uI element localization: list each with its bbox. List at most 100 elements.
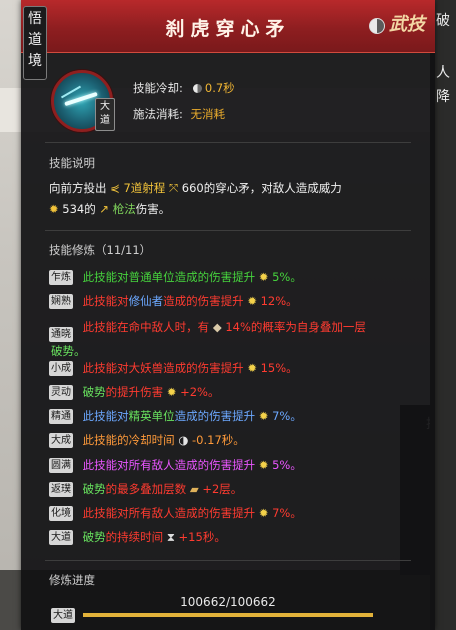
cultivation-row: 通晓 此技能在命中敌人时，有 ◆ 14%的概率为自身叠加一层 破势。 — [49, 318, 419, 358]
cultivation-tag: 返璞 — [49, 482, 73, 497]
cultivation-row: 娴熟 此技能对修仙者造成的伤害提升 ✹ 12%。 — [49, 292, 419, 310]
clock-icon — [192, 84, 202, 93]
cultivation-target: 精英单位 — [128, 409, 175, 423]
sun-icon: ✹ — [258, 458, 269, 472]
cultivation-keyword: 破势 — [82, 530, 106, 544]
cultivation-text: 此技能对大妖兽造成的伤害提升 — [82, 361, 244, 375]
cultivation-row: 精通 此技能对精英单位造成的伤害提升 ✹ 7%。 — [49, 407, 419, 425]
skill-type-badge: 武技 — [369, 12, 425, 44]
cultivation-tag: 娴熟 — [49, 294, 73, 309]
sun-icon: ✹ — [258, 506, 269, 520]
realm-char: 道 — [28, 32, 42, 48]
skill-type-label: 武技 — [389, 14, 425, 35]
divider — [45, 230, 411, 231]
cultivation-value: 12%。 — [260, 294, 298, 308]
cultivation-row: 化境 此技能对所有敌人造成的伤害提升 ✹ 7%。 — [49, 504, 419, 522]
cultivation-value: 15%。 — [260, 361, 298, 375]
yin-yang-icon — [369, 18, 385, 34]
progress-tag: 大道 — [51, 608, 75, 623]
cultivation-keyword: 破势 — [82, 385, 106, 399]
cultivation-row: 大道 破势的持续时间 ⧗ +15秒。 — [49, 528, 419, 546]
cultivation-continuation: 破势。 — [51, 344, 86, 358]
skill-grade-badge: 大 道 — [95, 98, 115, 131]
clock-icon: ◑ — [178, 433, 189, 447]
skill-tooltip: 刹虎穿心矛 武技 悟 道 境 大 道 技能冷却: 0.7秒 施法消耗: 无消耗 技… — [21, 0, 435, 630]
progress-bar — [83, 613, 373, 617]
cultivation-tag: 大道 — [49, 530, 73, 545]
cultivation-value: -0.17秒。 — [192, 433, 245, 447]
cultivation-tag: 乍炼 — [49, 270, 73, 285]
bg-char: 人 — [436, 65, 450, 81]
cooldown-label: 技能冷却: — [133, 81, 183, 95]
stack-icon: ▰ — [189, 482, 199, 496]
desc-text: 660的穿心矛，对敌人造成威力 — [181, 181, 342, 195]
sun-icon: ✹ — [166, 385, 177, 399]
cultivation-tag: 灵动 — [49, 385, 73, 400]
range-icon: ⤧ — [168, 181, 179, 195]
realm-char: 境 — [28, 53, 42, 69]
description-text: 向前方投出 ⋞ 7道射程 ⤧ 660的穿心矛，对敌人造成威力 ✹ 534的 ↗ … — [49, 178, 409, 220]
grade-char: 道 — [100, 115, 110, 126]
cost-value: 无消耗 — [190, 107, 226, 121]
progress-header: 修炼进度 — [49, 573, 95, 587]
cultivation-row: 圆满 此技能对所有敌人造成的伤害提升 ✹ 5%。 — [49, 456, 419, 474]
realm-char: 悟 — [28, 11, 42, 27]
cultivation-row: 乍炼 此技能对普通单位造成的伤害提升 ✹ 5%。 — [49, 268, 419, 286]
desc-power: 534的 — [62, 202, 96, 216]
sun-icon: ✹ — [258, 409, 269, 423]
cultivation-text: 的最多叠加层数 — [105, 482, 187, 496]
cultivation-text: 此技能对普通单位造成的伤害提升 — [82, 270, 256, 284]
cost-stat: 施法消耗: 无消耗 — [133, 106, 225, 122]
cultivation-value: +15秒。 — [178, 530, 226, 544]
arrows-icon: ⋞ — [110, 181, 120, 195]
cultivation-text: 此技能对 — [82, 409, 129, 423]
desc-count: 7道射程 — [123, 181, 166, 195]
cooldown-stat: 技能冷却: 0.7秒 — [133, 80, 235, 96]
cultivation-target: 修仙者 — [128, 294, 164, 308]
spear-small-icon: ↗ — [99, 202, 110, 216]
cultivation-value: +2%。 — [180, 385, 220, 399]
stone-icon: ◆ — [212, 320, 222, 334]
cultivation-text: 此技能对 — [82, 294, 129, 308]
bg-char: 降 — [436, 89, 450, 105]
cultivation-row: 返璞 破势的最多叠加层数 ▰ +2层。 — [49, 480, 419, 498]
cultivation-tag: 通晓 — [49, 327, 73, 342]
progress-value: 100662/100662 — [180, 595, 276, 609]
cultivation-tag: 化境 — [49, 506, 73, 521]
cooldown-value: 0.7秒 — [204, 81, 235, 95]
cultivation-value: 5%。 — [272, 270, 302, 284]
cultivation-text: 此技能对所有敌人造成的伤害提升 — [82, 458, 256, 472]
bg-char: 破 — [436, 13, 450, 29]
cultivation-tag: 小成 — [49, 361, 73, 376]
cultivation-text: 此技能在命中敌人时，有 — [82, 320, 210, 334]
cultivation-tag: 大成 — [49, 433, 73, 448]
cultivation-tag: 精通 — [49, 409, 73, 424]
hourglass-icon: ⧗ — [166, 530, 175, 544]
cultivation-value: 14%的概率为自身叠加一层 — [225, 320, 366, 334]
desc-weapon-type: 枪法 — [112, 202, 136, 216]
cultivation-text: 的提升伤害 — [105, 385, 164, 399]
power-icon: ✹ — [49, 202, 59, 216]
progress-bar-fill — [83, 613, 373, 617]
cultivation-value: 5%。 — [272, 458, 302, 472]
cultivation-text: 的持续时间 — [105, 530, 164, 544]
grade-char: 大 — [100, 101, 110, 112]
cultivation-text: 此技能的冷却时间 — [82, 433, 175, 447]
cultivation-text: 此技能对所有敌人造成的伤害提升 — [82, 506, 256, 520]
realm-tag: 悟 道 境 — [23, 6, 47, 80]
cost-label: 施法消耗: — [133, 107, 183, 121]
divider — [45, 560, 411, 561]
desc-text: 伤害。 — [135, 202, 171, 216]
cultivation-value: 7%。 — [272, 506, 302, 520]
cultivation-text: 造成的伤害提升 — [163, 294, 244, 308]
sun-icon: ✹ — [247, 294, 257, 308]
sun-icon: ✹ — [258, 270, 269, 284]
divider — [45, 142, 411, 143]
cultivation-value: 7%。 — [272, 409, 302, 423]
cultivation-header: 技能修炼（11/11） — [49, 243, 152, 257]
cultivation-row: 灵动 破势的提升伤害 ✹ +2%。 — [49, 383, 419, 401]
cultivation-keyword: 破势 — [82, 482, 106, 496]
cultivation-row: 大成 此技能的冷却时间 ◑ -0.17秒。 — [49, 431, 419, 449]
spear-shape — [60, 85, 82, 99]
title-bar: 刹虎穿心矛 武技 — [21, 0, 435, 53]
